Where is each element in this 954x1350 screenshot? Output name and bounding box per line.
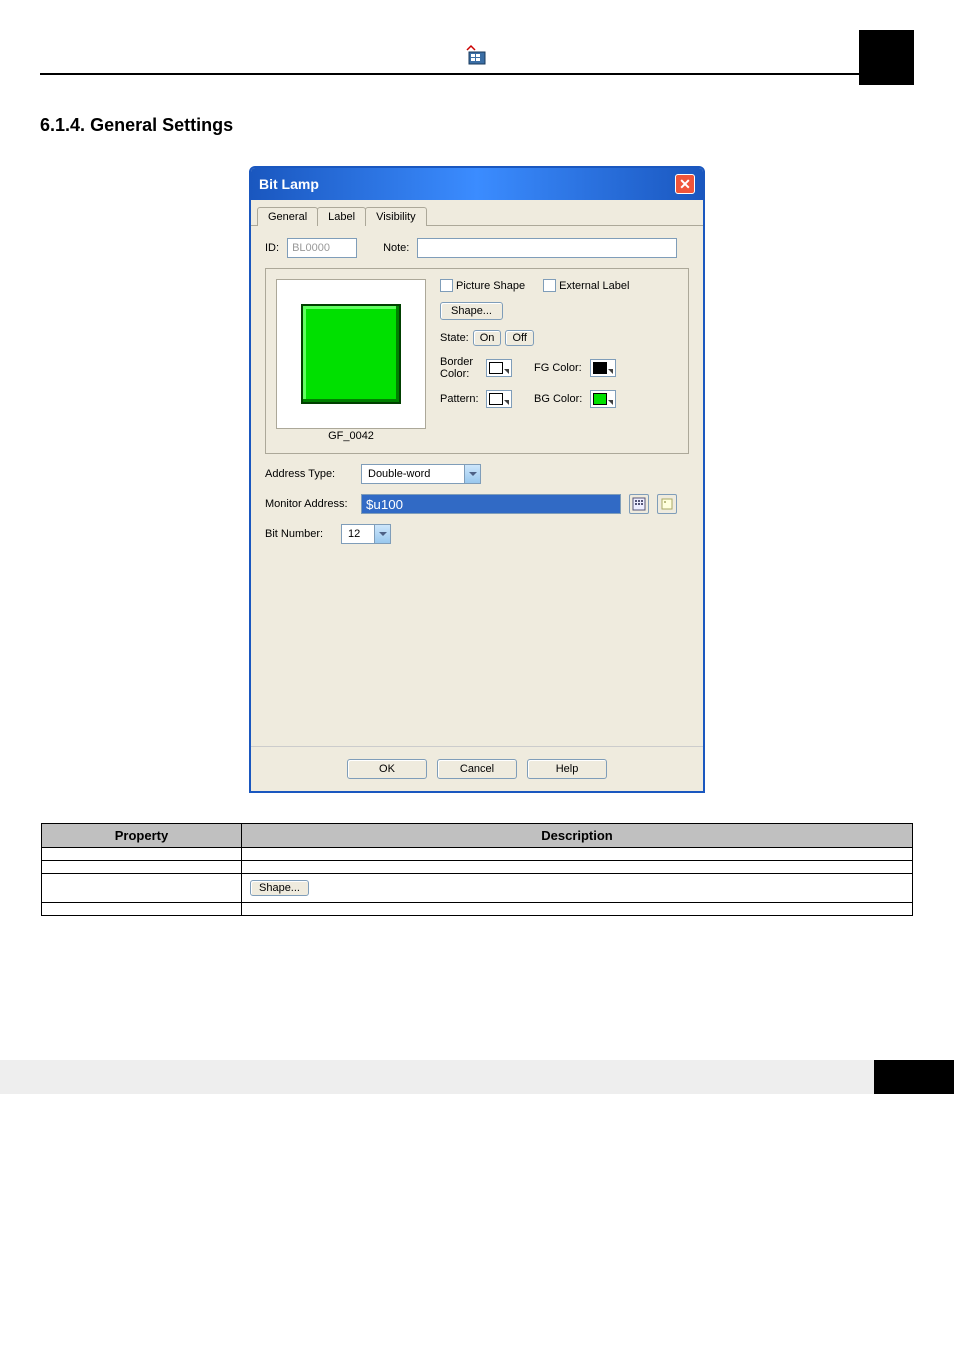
id-label: ID: bbox=[265, 242, 279, 254]
page-corner-block bbox=[859, 30, 914, 85]
shape-preview bbox=[301, 304, 401, 404]
continued-label bbox=[40, 936, 914, 940]
external-label-checkbox[interactable]: External Label bbox=[543, 279, 629, 292]
chevron-down-icon bbox=[464, 465, 480, 483]
shape-button[interactable]: Shape... bbox=[440, 302, 503, 320]
close-icon: ✕ bbox=[679, 176, 691, 193]
shape-preview-pane bbox=[276, 279, 426, 429]
address-type-select[interactable]: Double-word bbox=[361, 464, 481, 484]
pattern-picker[interactable] bbox=[486, 390, 512, 408]
footer-bar bbox=[0, 1060, 954, 1094]
border-color-picker[interactable] bbox=[486, 359, 512, 377]
table-row: Shape... bbox=[42, 874, 913, 903]
app-logo-icon bbox=[465, 44, 489, 68]
pattern-label: Pattern: bbox=[440, 393, 478, 405]
id-field[interactable] bbox=[287, 238, 357, 258]
bit-number-label: Bit Number: bbox=[265, 528, 333, 540]
table-row bbox=[42, 848, 913, 861]
bg-color-picker[interactable] bbox=[590, 390, 616, 408]
chevron-down-icon bbox=[374, 525, 390, 543]
note-label: Note: bbox=[383, 242, 409, 254]
tab-general[interactable]: General bbox=[257, 207, 318, 226]
monitor-address-field[interactable] bbox=[361, 494, 621, 514]
bit-number-select[interactable]: 12 bbox=[341, 524, 391, 544]
table-row bbox=[42, 903, 913, 916]
shape-button-inline: Shape... bbox=[250, 880, 309, 896]
property-table: Property Description Shape... bbox=[41, 823, 913, 916]
fg-color-picker[interactable] bbox=[590, 359, 616, 377]
section-heading: 6.1.4. General Settings bbox=[40, 115, 914, 136]
help-button[interactable]: Help bbox=[527, 759, 607, 779]
address-type-label: Address Type: bbox=[265, 468, 353, 480]
tab-label[interactable]: Label bbox=[317, 207, 366, 226]
dialog-title: Bit Lamp bbox=[259, 176, 319, 192]
keypad-icon-button[interactable] bbox=[629, 494, 649, 514]
table-row bbox=[42, 861, 913, 874]
cancel-button[interactable]: Cancel bbox=[437, 759, 517, 779]
fg-color-label: FG Color: bbox=[534, 362, 582, 374]
monitor-address-label: Monitor Address: bbox=[265, 498, 353, 510]
dialog-titlebar[interactable]: Bit Lamp ✕ bbox=[251, 168, 703, 200]
border-color-label: Border Color: bbox=[440, 356, 478, 380]
state-on-button[interactable]: On bbox=[473, 330, 502, 346]
col-description: Description bbox=[242, 824, 913, 848]
col-property: Property bbox=[42, 824, 242, 848]
bg-color-label: BG Color: bbox=[534, 393, 582, 405]
state-label: State: bbox=[440, 332, 469, 344]
tab-strip: General Label Visibility bbox=[251, 200, 703, 226]
picture-shape-checkbox[interactable]: Picture Shape bbox=[440, 279, 525, 292]
tab-visibility[interactable]: Visibility bbox=[365, 207, 427, 226]
note-field[interactable] bbox=[417, 238, 677, 258]
preview-caption: GF_0042 bbox=[322, 429, 380, 443]
bit-lamp-dialog: Bit Lamp ✕ General Label Visibility ID: … bbox=[249, 166, 705, 793]
general-tabpanel: ID: Note: GF_0042 bbox=[251, 226, 703, 746]
ok-button[interactable]: OK bbox=[347, 759, 427, 779]
close-button[interactable]: ✕ bbox=[675, 174, 695, 194]
tag-icon-button[interactable] bbox=[657, 494, 677, 514]
page-number bbox=[874, 1060, 954, 1094]
state-off-button[interactable]: Off bbox=[505, 330, 533, 346]
